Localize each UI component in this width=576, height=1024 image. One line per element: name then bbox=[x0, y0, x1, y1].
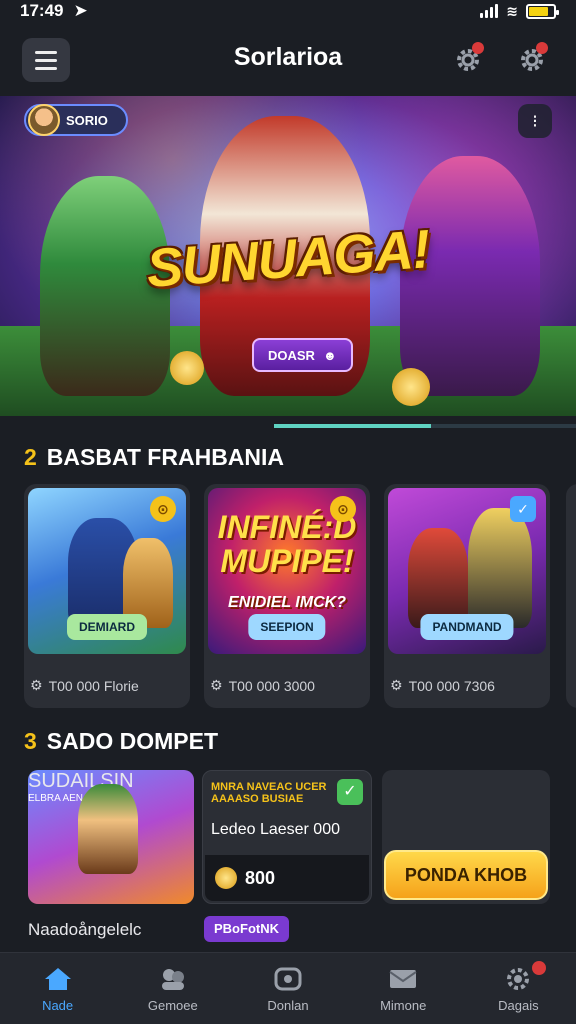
download-icon bbox=[272, 965, 304, 993]
game-card[interactable]: ✓ PANDMAND ⚙ T00 000 7306 bbox=[384, 484, 550, 708]
hero-more-button[interactable]: ⁝ bbox=[518, 104, 552, 138]
social-icon bbox=[157, 965, 189, 993]
hero-progress-fill bbox=[274, 424, 432, 428]
card-cta-button[interactable]: SEEPION bbox=[248, 614, 326, 640]
check-badge-icon: ✓ bbox=[337, 779, 363, 805]
settings-icon bbox=[502, 965, 534, 993]
wallet-coins: 800 bbox=[245, 867, 276, 888]
game-card[interactable]: INFINÉ:D MUPIPE! ENIDIEL IMCK? ⊙ SEEPION… bbox=[204, 484, 370, 708]
notification-dot bbox=[532, 961, 547, 975]
card-meta: ⚙ T00 000 Florie bbox=[30, 677, 139, 694]
coin-icon bbox=[215, 867, 237, 889]
card-meta-text: T00 000 3000 bbox=[228, 677, 315, 694]
card-meta: ⚙ T00 000 3000 bbox=[210, 677, 315, 694]
card-art-subtitle: ENIDIEL IMCK? bbox=[228, 594, 346, 611]
nav-item-download[interactable]: Donlan bbox=[230, 953, 345, 1024]
nav-item-inbox[interactable]: Mimone bbox=[346, 953, 461, 1024]
game-card-art: ⊙ DEMIARD bbox=[28, 488, 186, 654]
section-title: SADO DOMPET bbox=[46, 728, 219, 754]
settings-button[interactable] bbox=[514, 42, 550, 78]
home-icon bbox=[42, 965, 74, 993]
card-cta-button[interactable]: DEMIARD bbox=[67, 614, 147, 640]
wallet-heading: MNRA NAVEAC UCER AAAASO BUSIAE bbox=[211, 781, 327, 805]
plus-icon: ⁝ bbox=[532, 110, 538, 131]
coin-badge-icon: ⊙ bbox=[330, 496, 356, 522]
check-badge-icon: ✓ bbox=[510, 496, 536, 522]
coin-icon bbox=[170, 351, 204, 385]
section-number: 3 bbox=[24, 728, 37, 754]
section-header-wallet: 3 SADO DOMPET bbox=[24, 728, 218, 755]
action-card: PONDA KHOB bbox=[382, 770, 550, 904]
promo-caption: Naadoångelelc bbox=[28, 920, 142, 939]
section-number: 2 bbox=[24, 444, 37, 470]
profile-label: SORIO bbox=[66, 112, 108, 128]
nav-item-home[interactable]: Nade bbox=[0, 953, 115, 1024]
signal-icon bbox=[480, 4, 499, 18]
gear-icon: ⚙ bbox=[390, 677, 403, 693]
hamburger-icon bbox=[35, 50, 57, 54]
nav-item-social[interactable]: Gemoee bbox=[115, 953, 230, 1024]
battery-icon bbox=[526, 3, 559, 19]
avatar bbox=[28, 104, 60, 136]
profile-pill[interactable]: SORIO bbox=[24, 104, 128, 136]
wallet-line: Ledeo Laeser 000 bbox=[211, 821, 340, 838]
game-card-art: ✓ PANDMAND bbox=[388, 488, 546, 654]
promo-card-game[interactable]: SUDAILSIN ELBRA AEN bbox=[28, 770, 194, 904]
game-card[interactable]: ⊙ DEMIARD ⚙ T00 000 Florie bbox=[24, 484, 190, 708]
inbox-icon bbox=[387, 965, 419, 993]
coin-icon bbox=[392, 368, 430, 406]
section-title: BASBAT FRAHBANIA bbox=[46, 444, 285, 470]
wallet-card[interactable]: MNRA NAVEAC UCER AAAASO BUSIAE ✓ Ledeo L… bbox=[202, 770, 372, 904]
status-bar: 17:49 ➤ ≋ bbox=[0, 0, 576, 22]
hero-tag-label: DOASR bbox=[268, 347, 315, 363]
app-title: Sorlarioa bbox=[233, 43, 343, 71]
primary-action-button[interactable]: PONDA KHOB bbox=[384, 850, 548, 900]
gear-icon: ⚙ bbox=[210, 677, 223, 693]
card-cta-button[interactable]: PANDMAND bbox=[420, 614, 514, 640]
achievements-button[interactable] bbox=[450, 42, 486, 78]
hero-tag-button[interactable]: DOASR ☻ bbox=[252, 338, 353, 372]
card-meta: ⚙ T00 000 7306 bbox=[390, 677, 495, 694]
wallet-balance: 800 bbox=[205, 855, 369, 901]
status-time: 17:49 bbox=[20, 1, 64, 20]
nav-label: Gemoee bbox=[147, 997, 198, 1013]
nav-label: Donlan bbox=[267, 997, 309, 1013]
next-card-peek[interactable] bbox=[566, 484, 576, 708]
bottom-nav: Nade Gemoee Donlan Mimone Dagais bbox=[0, 952, 576, 1024]
section-header-featured: 2 BASBAT FRAHBANIA bbox=[24, 444, 284, 471]
card-meta-text: T00 000 Florie bbox=[48, 677, 139, 694]
notification-dot bbox=[536, 42, 548, 54]
coin-badge-icon: ⊙ bbox=[150, 496, 176, 522]
nav-item-settings[interactable]: Dagais bbox=[461, 953, 576, 1024]
top-bar: Sorlarioa bbox=[0, 32, 576, 88]
notification-dot bbox=[472, 42, 484, 54]
nav-label: Dagais bbox=[498, 997, 539, 1013]
nav-label: Mimone bbox=[380, 997, 427, 1013]
gear-icon: ⚙ bbox=[30, 677, 43, 693]
card-meta-text: T00 000 7306 bbox=[408, 677, 495, 694]
menu-button[interactable] bbox=[22, 38, 70, 82]
wallet-tag[interactable]: PBoFotNK bbox=[204, 916, 289, 942]
game-card-art: INFINÉ:D MUPIPE! ENIDIEL IMCK? ⊙ SEEPION bbox=[208, 488, 366, 654]
character-icon: ☻ bbox=[322, 347, 337, 363]
navigation-arrow-icon: ➤ bbox=[73, 1, 88, 20]
nav-label: Nade bbox=[42, 997, 74, 1013]
wifi-icon: ≋ bbox=[506, 2, 518, 19]
hero-progress bbox=[274, 424, 576, 428]
